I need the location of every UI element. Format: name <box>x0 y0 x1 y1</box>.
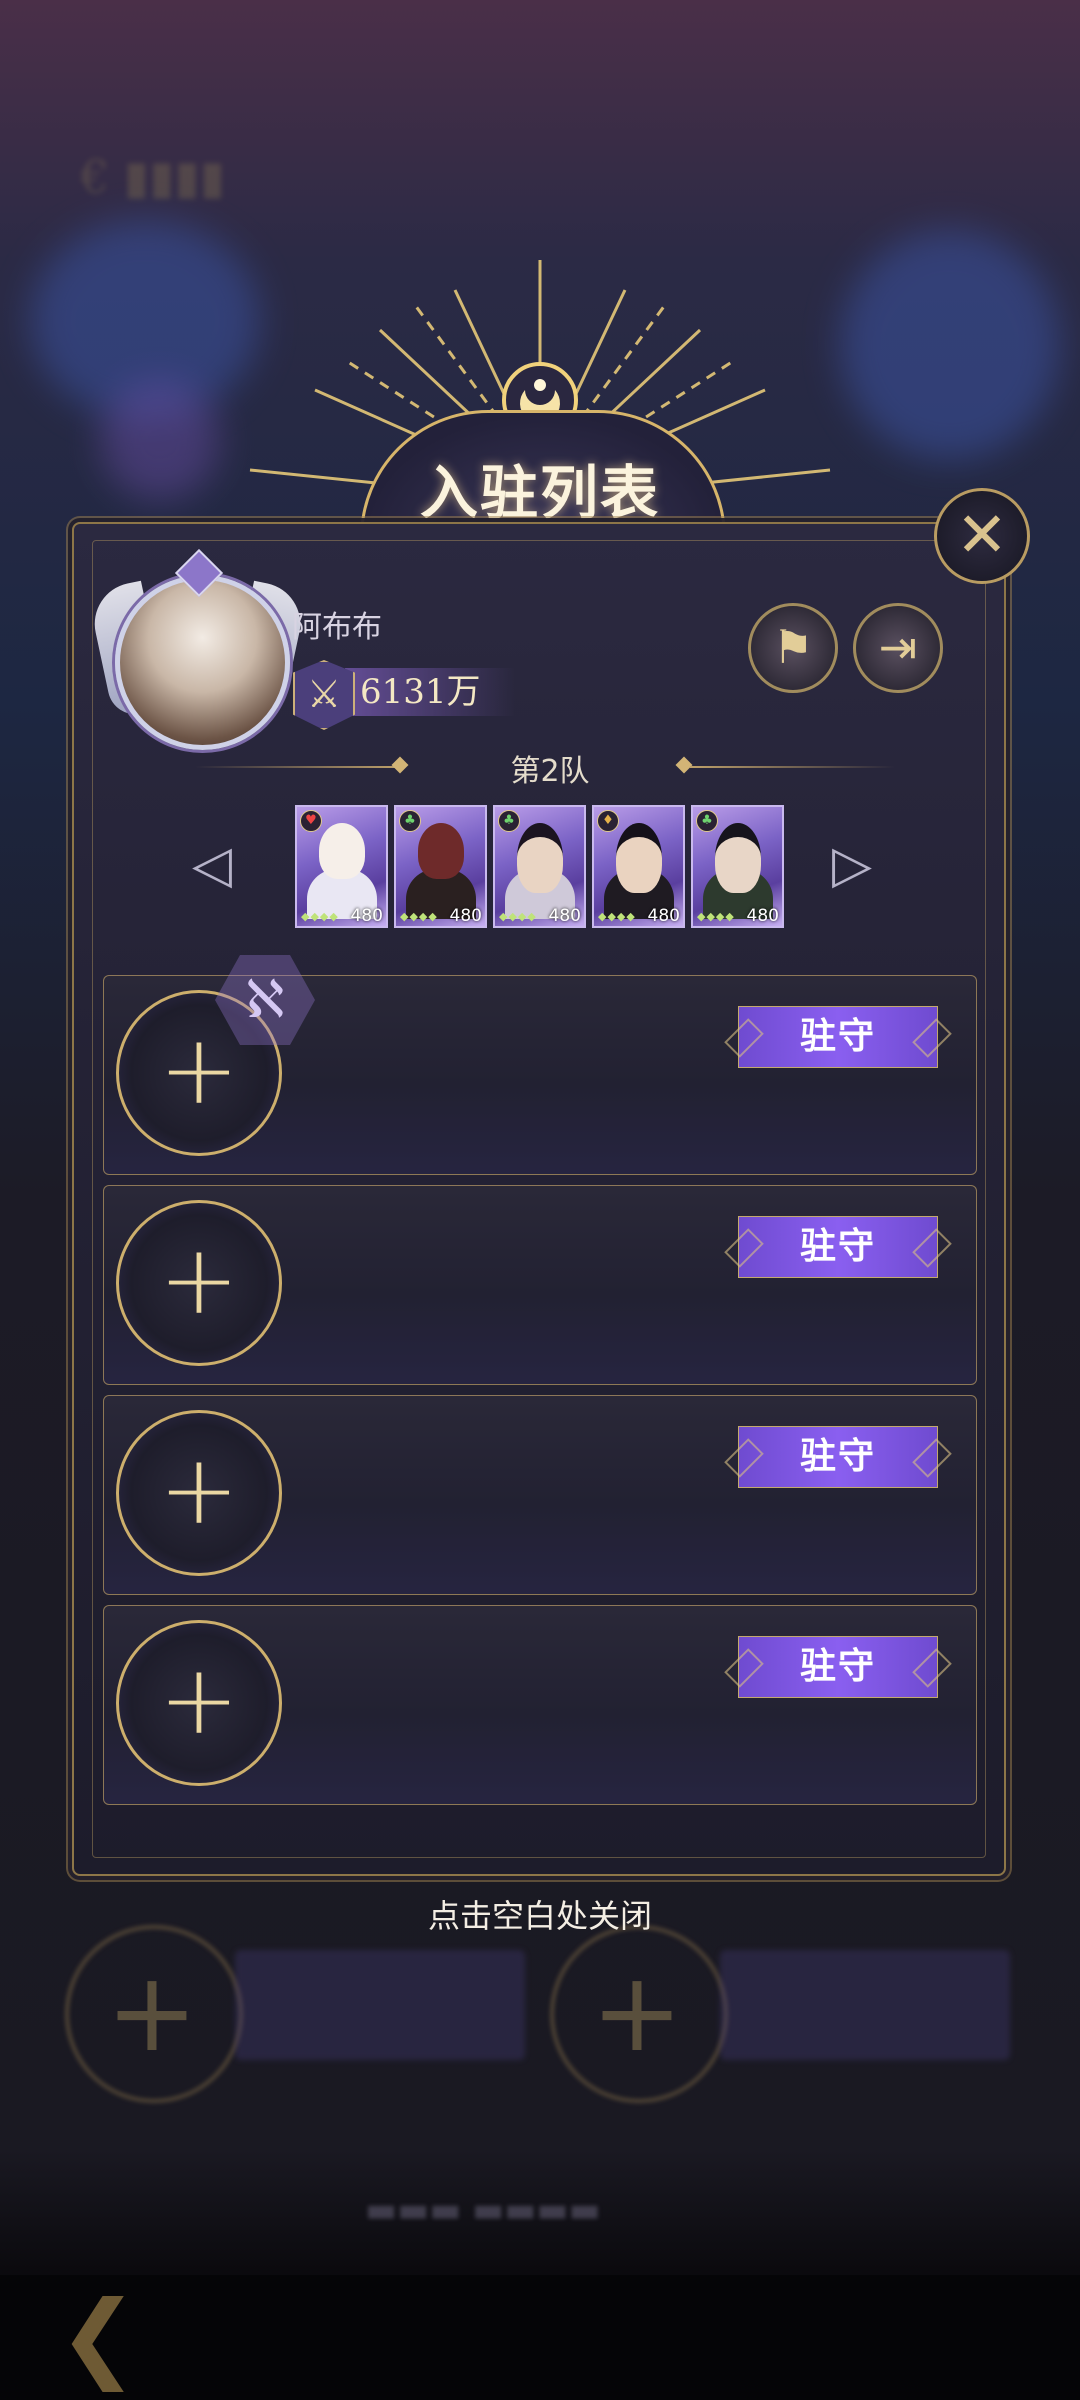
combat-power: 6131万 <box>360 672 481 712</box>
garrison-button[interactable]: 驻守 <box>738 1636 938 1698</box>
club-icon: ♣ <box>696 810 718 832</box>
hero-portrait-face <box>616 823 662 893</box>
hero-level: 480 <box>647 906 680 926</box>
club-icon: ♣ <box>399 810 421 832</box>
hero-level: 480 <box>548 906 581 926</box>
flag-icon[interactable]: ⚑ <box>748 603 838 693</box>
diamond-icon: ♦ <box>597 810 619 832</box>
bg-slot-bar-left <box>235 1950 525 2060</box>
hero-portrait-face <box>517 823 563 893</box>
hero-card[interactable]: ♥ ◆◆◆◆ 480 <box>295 805 388 928</box>
hero-level: 480 <box>449 906 482 926</box>
close-hint[interactable]: 点击空白处关闭 <box>340 1891 740 1937</box>
club-icon: ♣ <box>498 810 520 832</box>
bg-plus-icon: + <box>590 1948 684 2076</box>
close-icon[interactable]: ✕ <box>934 488 1030 584</box>
page-title: 入驻列表 <box>419 459 660 527</box>
avatar[interactable] <box>115 575 290 750</box>
hero-portrait-face <box>418 823 464 879</box>
hero-level: 480 <box>746 906 779 926</box>
bg-orb <box>100 380 220 500</box>
exit-icon[interactable]: ⇥ <box>853 603 943 693</box>
player-name: 阿布布 <box>292 610 382 645</box>
hero-stars: ◆◆◆◆ <box>499 910 537 923</box>
back-arrow-icon[interactable]: ❮ <box>58 2280 138 2392</box>
garrison-slot: + 驻守 <box>103 1395 977 1595</box>
hero-stars: ◆◆◆◆ <box>598 910 636 923</box>
hero-portrait-face <box>715 823 761 893</box>
bg-plus-icon: + <box>105 1948 199 2076</box>
hero-stars: ◆◆◆◆ <box>400 910 438 923</box>
bg-title-ghost: € ▮▮▮▮ <box>80 150 226 204</box>
hero-card[interactable]: ♣ ◆◆◆◆ 480 <box>493 805 586 928</box>
garrison-button[interactable]: 驻守 <box>738 1006 938 1068</box>
hero-stars: ◆◆◆◆ <box>697 910 735 923</box>
team-divider-left <box>195 766 400 768</box>
bg-flower-right <box>840 230 1060 460</box>
heart-icon: ♥ <box>300 810 322 832</box>
left-arrow-icon[interactable]: ◁ <box>192 835 232 895</box>
bottom-bar <box>0 2275 1080 2400</box>
plus-icon[interactable]: + <box>116 1200 282 1366</box>
hero-stars: ◆◆◆◆ <box>301 910 339 923</box>
bg-ghost-text: ▬▬▬ ▬▬▬▬ <box>365 2190 601 2230</box>
team-label: 第2队 <box>510 754 590 789</box>
plus-icon[interactable]: + <box>116 1620 282 1786</box>
plus-icon[interactable]: + <box>116 1410 282 1576</box>
hero-card[interactable]: ♣ ◆◆◆◆ 480 <box>394 805 487 928</box>
garrison-button[interactable]: 驻守 <box>738 1216 938 1278</box>
hero-card[interactable]: ♦ ◆◆◆◆ 480 <box>592 805 685 928</box>
garrison-slot: + 驻守 <box>103 1185 977 1385</box>
garrison-slot: + 驻守 <box>103 1605 977 1805</box>
hero-card[interactable]: ♣ ◆◆◆◆ 480 <box>691 805 784 928</box>
hero-level: 480 <box>350 906 383 926</box>
bg-slot-bar-right <box>720 1950 1010 2060</box>
garrison-button[interactable]: 驻守 <box>738 1426 938 1488</box>
team-divider-right <box>690 766 895 768</box>
hero-portrait-face <box>319 823 365 879</box>
right-arrow-icon[interactable]: ▷ <box>832 835 872 895</box>
